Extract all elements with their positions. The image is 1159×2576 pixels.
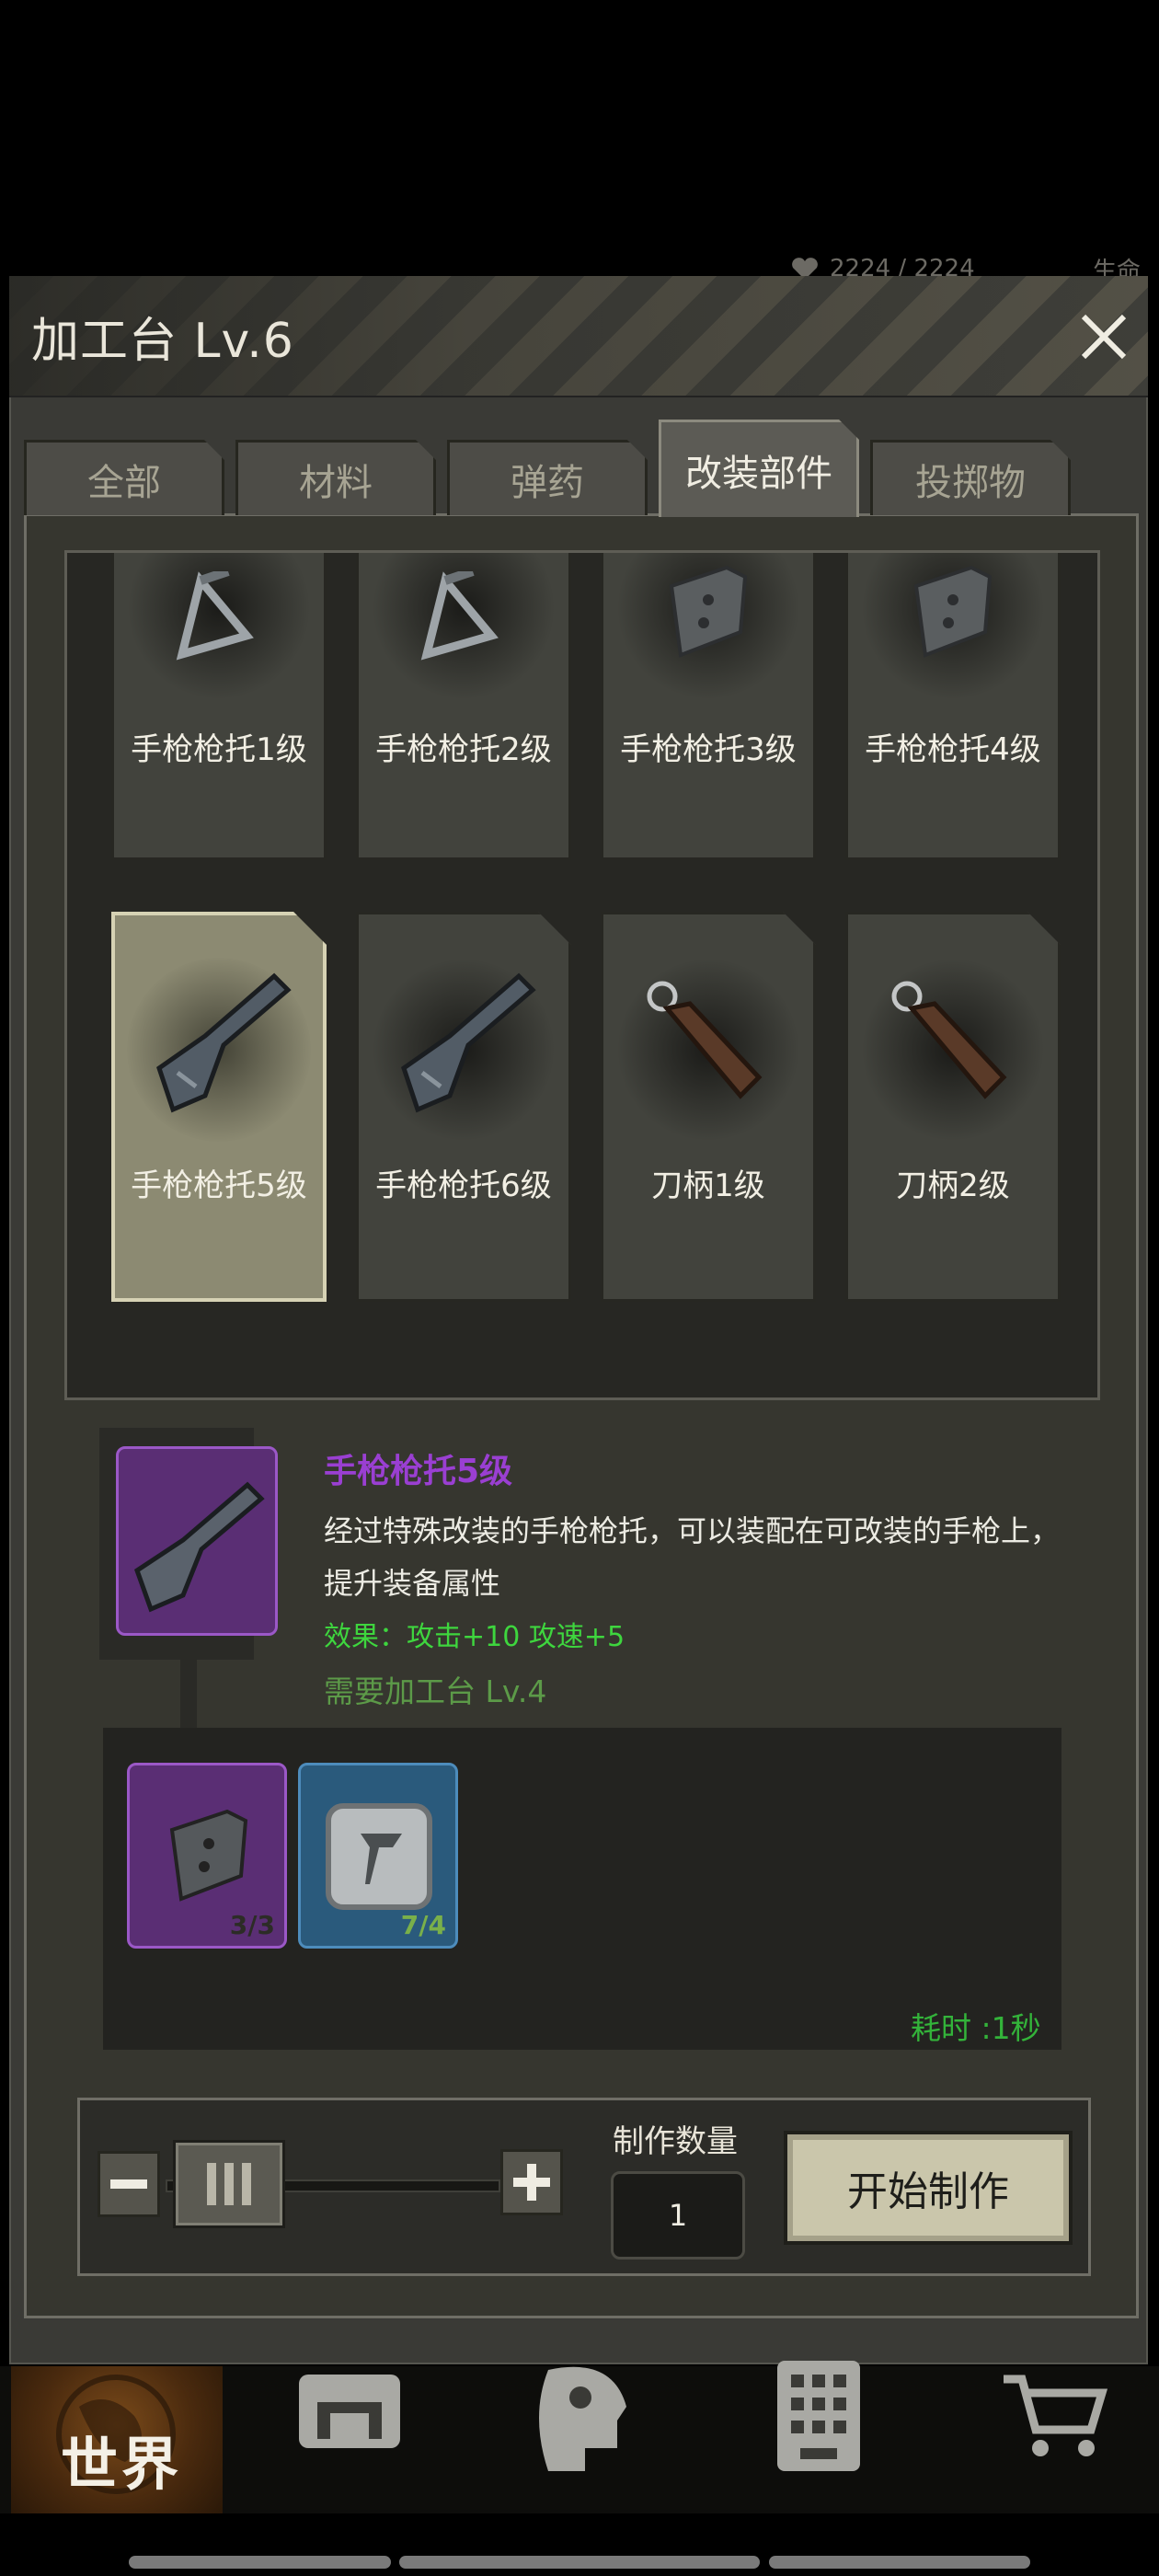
pistol-stock-icon <box>141 958 297 1114</box>
detail-item-icon <box>116 1446 278 1636</box>
tab-mod-parts[interactable]: 改装部件 <box>659 420 859 517</box>
material-slot[interactable]: 7/4 <box>298 1763 458 1949</box>
item-name: 手枪枪托1级 <box>131 731 307 768</box>
item-name: 手枪枪托2级 <box>375 731 552 768</box>
skills-head-icon <box>539 2366 626 2471</box>
building-icon <box>777 2361 860 2471</box>
quantity-slider-handle[interactable] <box>173 2140 285 2228</box>
item-name: 刀柄2级 <box>896 1167 1010 1204</box>
tripod-stock-icon <box>164 571 274 673</box>
window-title: 加工台 Lv.6 <box>31 314 294 369</box>
item-name: 手枪枪托6级 <box>375 1167 552 1204</box>
craft-time: 耗时 :1秒 <box>911 2010 1041 2046</box>
close-button[interactable] <box>1067 300 1141 374</box>
start-craft-button[interactable]: 开始制作 <box>784 2131 1073 2245</box>
pistol-stock-icon <box>385 958 542 1114</box>
system-bar-segment <box>129 2556 391 2569</box>
nav-shop[interactable] <box>990 2361 1119 2471</box>
backpack-icon <box>299 2375 400 2448</box>
system-bar-segment <box>399 2556 760 2569</box>
item-card[interactable]: 手枪枪托2级 <box>356 550 571 860</box>
detail-item-name: 手枪枪托5级 <box>324 1453 513 1490</box>
item-card[interactable]: 手枪枪托3级 <box>601 550 816 860</box>
plate-stock-icon <box>653 558 763 669</box>
knife-handle-icon <box>884 976 1022 1114</box>
minus-icon <box>110 2179 147 2189</box>
item-name: 手枪枪托5级 <box>131 1167 307 1204</box>
cart-icon <box>1004 2375 1108 2456</box>
tab-all[interactable]: 全部 <box>24 440 224 515</box>
plate-stock-icon <box>169 1809 248 1902</box>
item-name: 刀柄1级 <box>651 1167 765 1204</box>
item-card[interactable]: 手枪枪托6级 <box>356 912 571 1302</box>
nav-building[interactable] <box>754 2361 883 2471</box>
item-card[interactable]: 刀柄2级 <box>845 912 1061 1302</box>
tab-materials[interactable]: 材料 <box>235 440 436 515</box>
item-grid: 手枪枪托1级 手枪枪托2级 手枪枪托3级 手枪枪托4级 手枪枪托5级 手枪枪托6… <box>64 550 1100 1400</box>
detail-effect: 效果：攻击+10 攻速+5 <box>324 1621 625 1653</box>
quantity-label: 制作数量 <box>613 2123 738 2160</box>
plus-icon <box>513 2164 550 2201</box>
item-card-selected[interactable]: 手枪枪托5级 <box>111 912 327 1302</box>
decrease-button[interactable] <box>98 2151 160 2217</box>
tab-throwables[interactable]: 投掷物 <box>870 440 1071 515</box>
anvil-icon <box>326 1803 432 1910</box>
plate-stock-icon <box>898 558 1008 669</box>
nav-world-label: 世界 <box>61 2431 183 2498</box>
material-count: 3/3 <box>229 1910 275 1940</box>
item-card[interactable]: 刀柄1级 <box>601 912 816 1302</box>
tab-ammo[interactable]: 弹药 <box>447 440 648 515</box>
item-name: 手枪枪托3级 <box>620 731 797 768</box>
nav-skills[interactable] <box>521 2361 649 2471</box>
detail-requirement: 需要加工台 Lv.4 <box>324 1673 547 1709</box>
pistol-stock-icon <box>133 1481 265 1613</box>
tripod-stock-icon <box>408 571 519 673</box>
material-slot[interactable]: 3/3 <box>127 1763 287 1949</box>
grip-icon <box>207 2163 251 2205</box>
item-card[interactable]: 手枪枪托4级 <box>845 550 1061 860</box>
close-icon <box>1081 314 1127 360</box>
quantity-field[interactable]: 1 <box>611 2171 745 2260</box>
system-bar-segment <box>769 2556 1030 2569</box>
material-count: 7/4 <box>400 1910 446 1940</box>
detail-description: 经过特殊改装的手枪枪托，可以装配在可改装的手枪上，提升装备属性 <box>324 1513 1061 1601</box>
item-card[interactable]: 手枪枪托1级 <box>111 550 327 860</box>
increase-button[interactable] <box>500 2149 563 2215</box>
nav-backpack[interactable] <box>285 2361 414 2471</box>
connector-line <box>180 1647 197 1730</box>
knife-handle-icon <box>639 976 777 1114</box>
item-name: 手枪枪托4级 <box>865 731 1041 768</box>
